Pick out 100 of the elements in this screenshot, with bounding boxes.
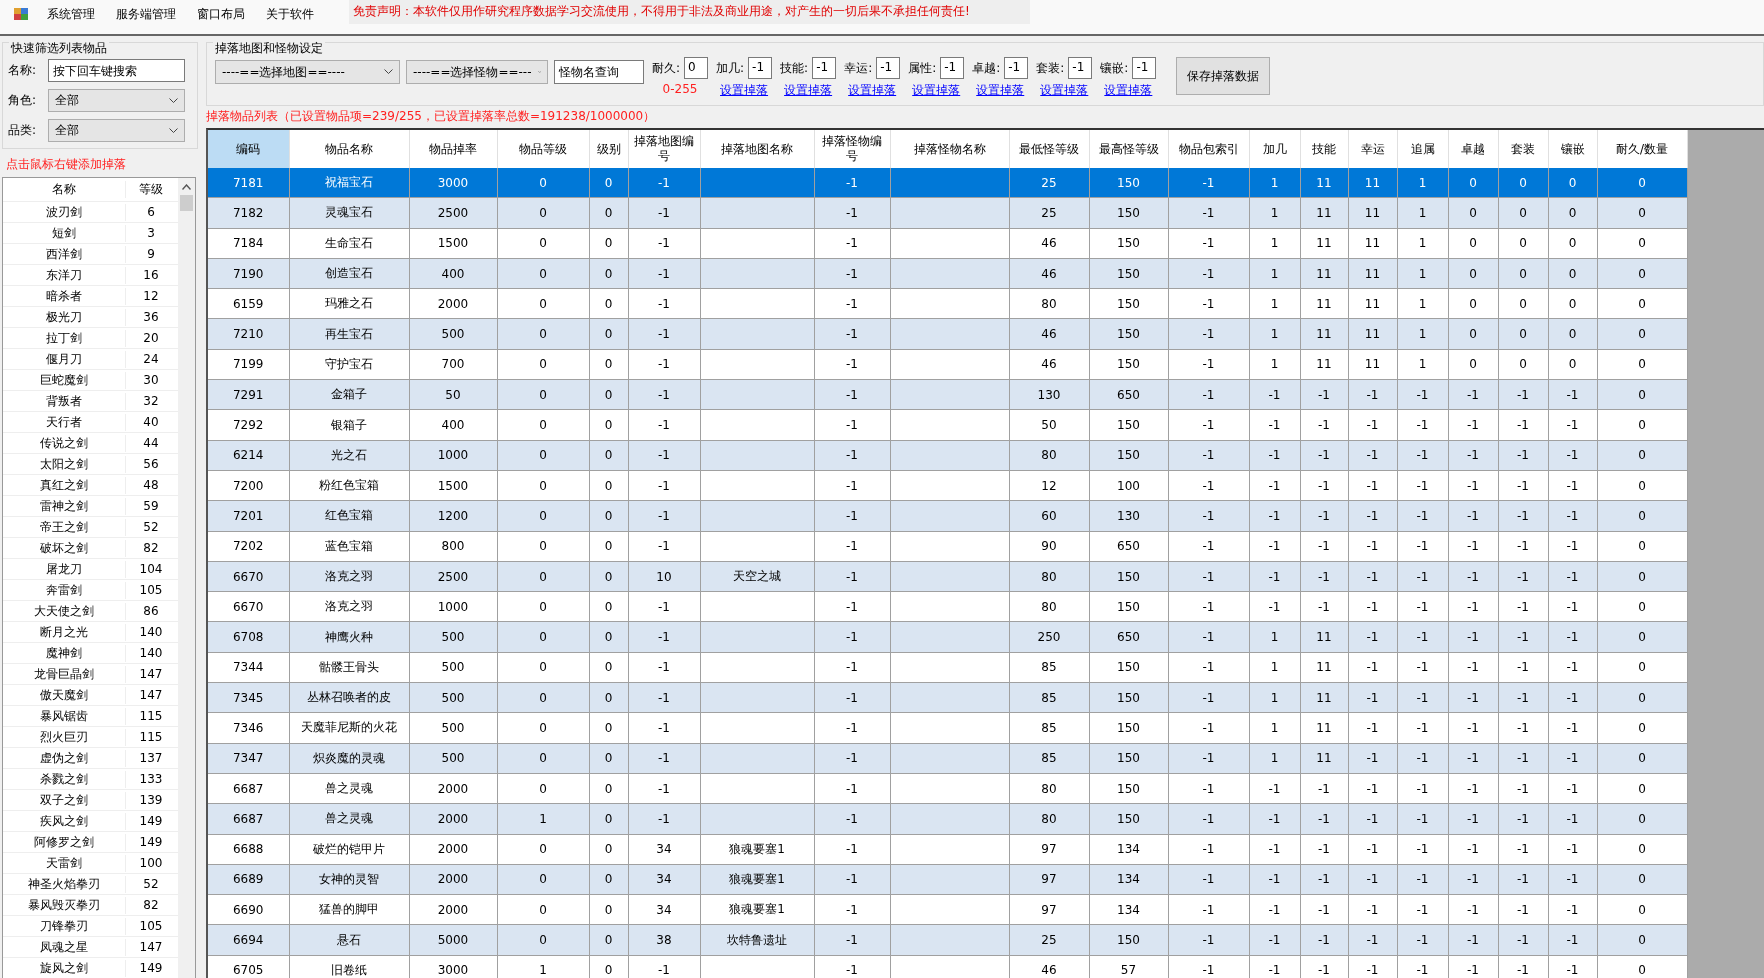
table-row[interactable]: 6687 兽之灵魂 2000 0 0 -1 -1 80 150 -1 -1 -1 -1 -1 -1 -1 -1 0 [208,773,1687,804]
column-header[interactable]: 幸运 [1348,130,1397,168]
table-row[interactable]: 7345 丛林召唤者的皮 500 0 0 -1 -1 85 150 -1 1 11 -1 -1 -1 -1 -1 0 [208,682,1687,713]
map-dropdown[interactable]: ----==选择地图==---- [215,60,400,84]
table-cell: 7181 [232,175,264,190]
value-field[interactable]: -1 [876,57,901,79]
dropdown[interactable]: 全部 [48,89,185,112]
menu-item[interactable]: 系统管理 [39,0,108,23]
table-row[interactable]: 7200 粉红色宝箱 1500 0 0 -1 -1 12 100 -1 -1 -1 -1 -1 -1 -1 -1 0 [208,470,1687,501]
column-header[interactable]: 套装 [1498,130,1548,168]
table-row[interactable]: 7292 银箱子 400 0 0 -1 -1 50 150 -1 -1 -1 -1 -1 -1 -1 -1 0 [208,409,1687,441]
column-header[interactable]: 卓越 [1448,130,1498,168]
menu-item[interactable]: 服务端管理 [108,0,189,23]
table-cell: 0 [1638,266,1646,281]
table-row[interactable]: 7210 再生宝石 500 0 0 -1 -1 46 150 -1 1 11 11 1 0 0 0 0 [208,319,1687,350]
value-field[interactable]: 0 [684,57,709,79]
table-cell: -1 [1566,569,1579,584]
column-header[interactable]: 等级 [126,181,176,198]
value-field[interactable]: -1 [812,57,837,79]
table-cell: -1 [1517,842,1529,857]
column-header[interactable]: 最低怪等级 [1009,130,1089,168]
table-cell: 0 [604,721,613,735]
set-drop-link[interactable]: 设置掉落 [848,82,897,99]
value-field[interactable]: -1 [1068,57,1093,79]
table-cell: 7200 [232,478,264,493]
table-cell: -1 [846,266,858,281]
menu-item[interactable]: 窗口布局 [189,0,258,23]
column-header[interactable]: 物品名称 [289,130,409,168]
set-drop-link[interactable]: 设置掉落 [720,82,769,99]
column-header[interactable]: 追属 [1397,130,1448,168]
table-cell: 6705 [232,963,264,978]
table-row[interactable]: 7181 祝福宝石 3000 0 0 -1 -1 25 150 -1 1 11 11 1 0 0 0 0 [208,168,1687,198]
table-row[interactable]: 6214 光之石 1000 0 0 -1 -1 80 150 -1 -1 -1 -1 -1 -1 -1 -1 0 [208,440,1687,471]
table-row[interactable]: 7199 守护宝石 700 0 0 -1 -1 46 150 -1 1 11 11 1 0 0 0 0 [208,349,1687,380]
table-cell: 400 [441,266,465,281]
table-row[interactable]: 6687 兽之灵魂 2000 1 0 -1 -1 80 150 -1 -1 -1 -1 -1 -1 -1 -1 0 [208,803,1687,835]
table-row[interactable]: 7201 红色宝箱 1200 0 0 -1 -1 60 130 -1 -1 -1 -1 -1 -1 -1 -1 0 [208,500,1687,532]
table-row[interactable]: 7184 生命宝石 1500 0 0 -1 -1 46 150 -1 1 11 11 1 0 0 0 0 [208,228,1687,259]
value-field[interactable]: -1 [1004,57,1029,79]
column-header[interactable]: 名称 [3,181,126,198]
table-cell: 11 [1316,236,1332,251]
scroll-thumb[interactable] [180,195,193,211]
group-title: 快速筛选列表物品 [9,40,109,57]
column-header[interactable]: 掉落怪物名称 [890,130,1009,168]
column-header[interactable]: 物品掉率 [409,130,497,168]
column-header[interactable]: 加几 [1249,130,1300,168]
save-button[interactable]: 保存掉落数据 [1176,57,1271,95]
table-row[interactable]: 7190 创造宝石 400 0 0 -1 -1 46 150 -1 1 11 11 1 0 0 0 0 [208,258,1687,289]
value-field[interactable]: -1 [940,57,965,79]
column-header[interactable]: 掉落怪物编号 [814,130,890,168]
table-row[interactable]: 6690 猛兽的脚甲 2000 0 0 34 狼魂要塞1 -1 97 134 -1 -1 -1 -1 -1 -1 -1 -1 0 [208,894,1687,925]
column-header[interactable]: 编码 [208,130,289,168]
monster-dropdown[interactable]: ----==选择怪物==--- [406,60,548,84]
column-header[interactable]: 镶嵌 [1548,130,1597,168]
column-header[interactable]: 最高怪等级 [1089,130,1168,168]
table-row[interactable]: 6708 神鹰火种 500 0 0 -1 -1 250 650 -1 1 11 -1 -1 -1 -1 -1 0 [208,621,1687,653]
table-row[interactable]: 6688 破烂的铠甲片 2000 0 0 34 狼魂要塞1 -1 97 134 -1 -1 -1 -1 -1 -1 -1 -1 0 [208,834,1687,865]
set-drop-link[interactable]: 设置掉落 [976,82,1025,99]
set-drop-link[interactable]: 设置掉落 [912,82,961,99]
value-field[interactable]: -1 [748,57,773,79]
table-row[interactable]: 7291 金箱子 50 0 0 -1 -1 130 650 -1 -1 -1 -1 -1 -1 -1 -1 0 [208,379,1687,410]
table-cell: -1 [1366,933,1379,948]
table-cell: 57 [1120,963,1137,978]
set-drop-link[interactable]: 设置掉落 [1040,82,1089,99]
table-cell: -1 [1268,902,1281,917]
monster-search-field[interactable]: 怪物名查询 [554,60,644,84]
set-drop-link[interactable]: 设置掉落 [784,82,833,99]
column-header[interactable]: 物品等级 [497,130,589,168]
table-cell: -1 [1467,418,1479,432]
table-row[interactable]: 6689 女神的灵智 2000 0 0 34 狼魂要塞1 -1 97 134 -1 -1 -1 -1 -1 -1 -1 -1 0 [208,864,1687,895]
scroll-up-icon[interactable] [182,184,191,190]
range-text: 0-255 [662,82,698,96]
table-row[interactable]: 6694 悬石 5000 0 0 38 坎特鲁遗址 -1 25 150 -1 -1 -1 -1 -1 -1 -1 -1 0 [208,924,1687,956]
value-field[interactable]: -1 [1132,57,1157,79]
table-cell: -1 [1268,418,1281,432]
dropdown[interactable]: 全部 [48,119,185,142]
table-row[interactable]: 7346 天魔菲尼斯的火花 500 0 0 -1 -1 85 150 -1 1 11 -1 -1 -1 -1 -1 0 [208,712,1687,744]
column-header[interactable]: 物品包索引 [1168,130,1249,168]
table-row[interactable]: 7182 灵魂宝石 2500 0 0 -1 -1 25 150 -1 1 11 11 1 0 0 0 0 [208,197,1687,229]
scrollbar[interactable] [178,178,195,978]
column-header[interactable]: 耐久/数量 [1597,130,1687,168]
table-cell: 150 [1117,175,1140,190]
column-header[interactable]: 技能 [1300,130,1348,168]
table-cell: -1 [658,478,670,493]
table-row[interactable]: 6159 玛雅之石 2000 0 0 -1 -1 80 150 -1 1 11 11 1 0 0 0 0 [208,288,1687,319]
column-header[interactable]: 级别 [589,130,628,168]
table-row[interactable]: 6670 洛克之羽 1000 0 0 -1 -1 80 150 -1 -1 -1 -1 -1 -1 -1 -1 0 [208,591,1687,622]
column-header[interactable]: 掉落地图名称 [700,130,814,168]
table-row[interactable]: 7347 炽炎魔的灵魂 500 0 0 -1 -1 85 150 -1 1 11 -1 -1 -1 -1 -1 0 [208,743,1687,774]
menu-item[interactable]: 关于软件 [258,0,327,23]
table-row[interactable]: 7202 蓝色宝箱 800 0 0 -1 -1 90 650 -1 -1 -1 -1 -1 -1 -1 -1 0 [208,531,1687,562]
column-header[interactable]: 掉落地图编号 [628,130,700,168]
table-cell: 11 [1316,205,1332,220]
table-cell: 0 [539,721,547,735]
table-cell: -1 [1467,933,1479,948]
name-search-field[interactable]: 按下回车键搜索 [48,59,185,82]
set-drop-link[interactable]: 设置掉落 [1104,82,1153,99]
table-row[interactable]: 6705 旧卷纸 3000 1 0 -1 -1 46 57 -1 -1 -1 -1 -1 -1 -1 -1 0 [208,955,1687,978]
table-row[interactable]: 6670 洛克之羽 2500 0 0 10 天空之城 -1 80 150 -1 -1 -1 -1 -1 -1 -1 -1 0 [208,561,1687,592]
table-row[interactable]: 7344 骷髅王骨头 500 0 0 -1 -1 85 150 -1 1 11 -1 -1 -1 -1 -1 0 [208,652,1687,683]
